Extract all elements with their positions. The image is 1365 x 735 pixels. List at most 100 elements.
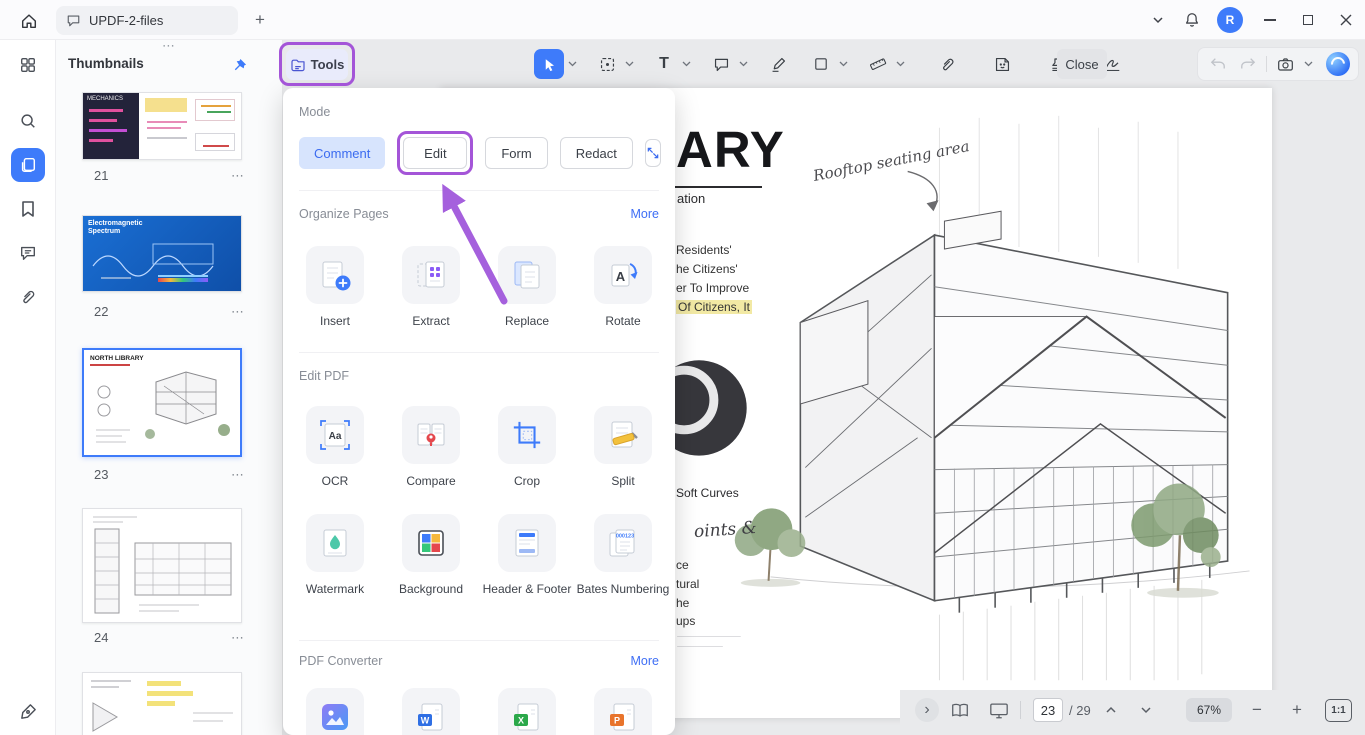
convert-to-word-item[interactable]: W	[383, 688, 479, 735]
pen-tool-button[interactable]	[764, 50, 792, 78]
ai-assistant-button[interactable]	[1326, 52, 1350, 76]
document-subtitle-fragment: ation	[677, 191, 705, 206]
mode-form-button[interactable]: Form	[485, 137, 547, 169]
presentation-button[interactable]	[987, 699, 1011, 721]
add-tab-button[interactable]: +	[249, 9, 271, 31]
thumbnail-art: MECHANICS	[83, 93, 241, 159]
chevron-down-icon[interactable]	[738, 50, 749, 78]
watermark-item[interactable]: Watermark	[287, 514, 383, 597]
undo-button[interactable]	[1206, 52, 1230, 76]
replace-pages-item[interactable]: Replace	[479, 246, 575, 329]
reader-mode-button[interactable]	[948, 699, 972, 721]
tabs-dropdown-button[interactable]	[1141, 3, 1175, 37]
chevron-down-icon[interactable]	[567, 50, 578, 78]
zoom-in-button[interactable]: +	[1286, 698, 1308, 722]
signature-panel-button[interactable]	[11, 694, 45, 728]
comments-panel-button[interactable]	[11, 236, 45, 270]
edit-pdf-header: Edit PDF	[299, 369, 659, 383]
mode-section-label: Mode	[299, 105, 330, 119]
page-thumbnail-22[interactable]: Electromagnetic Spectrum	[82, 215, 242, 292]
extract-pages-item[interactable]: Extract	[383, 246, 479, 329]
thumbnail-caption-row: 23 ⋯	[94, 467, 244, 483]
comment-tool-button[interactable]	[707, 50, 735, 78]
user-avatar[interactable]: R	[1217, 7, 1243, 33]
maximize-button[interactable]	[1289, 0, 1327, 40]
close-window-button[interactable]	[1327, 0, 1365, 40]
zoom-level[interactable]: 67%	[1186, 698, 1232, 722]
speech-bubble-icon	[713, 56, 730, 73]
convert-to-ppt-item[interactable]: P	[575, 688, 671, 735]
ocr-item[interactable]: Aa OCR	[287, 406, 383, 489]
chevron-down-icon[interactable]	[681, 50, 692, 78]
thumbnails-panel-title: Thumbnails	[68, 56, 144, 71]
collapse-controls-button[interactable]: ›	[915, 698, 939, 722]
page-thumbnail-24[interactable]	[82, 508, 242, 623]
rotate-pages-item[interactable]: A Rotate	[575, 246, 671, 329]
camera-icon	[1277, 57, 1294, 72]
mode-comment-button[interactable]: Comment	[299, 137, 385, 169]
page-number-input[interactable]	[1033, 698, 1063, 722]
crop-item[interactable]: Crop	[479, 406, 575, 489]
svg-text:P: P	[614, 716, 620, 726]
attachment-tool-button[interactable]	[933, 50, 961, 78]
page-thumbnail-21[interactable]: MECHANICS	[82, 92, 242, 160]
thumbnail-art: NORTH LIBRARY	[84, 350, 240, 455]
apps-grid-button[interactable]	[11, 48, 45, 82]
document-tab[interactable]: UPDF-2-files	[56, 6, 238, 35]
split-item[interactable]: Split	[575, 406, 671, 489]
header-footer-item[interactable]: Header & Footer	[479, 514, 575, 597]
maximize-icon	[1303, 15, 1313, 25]
shape-tool-button[interactable]	[807, 50, 835, 78]
svg-text:Aa: Aa	[329, 431, 342, 442]
search-button[interactable]	[11, 104, 45, 138]
close-toolbar-button[interactable]: Close	[1057, 49, 1107, 79]
tools-button[interactable]: Tools	[286, 49, 348, 80]
measure-tool-button[interactable]	[864, 50, 892, 78]
zoom-out-button[interactable]: −	[1246, 698, 1268, 722]
bookmarks-panel-button[interactable]	[11, 192, 45, 226]
bates-numbering-item[interactable]: 000123 Bates Numbering	[575, 514, 671, 597]
page-more-button[interactable]: ⋯	[231, 168, 244, 184]
chevron-down-icon[interactable]	[624, 50, 635, 78]
chevron-down-icon[interactable]	[838, 50, 849, 78]
snapshot-tool-button[interactable]	[593, 50, 621, 78]
minimize-button[interactable]	[1251, 0, 1289, 40]
text-tool-button[interactable]: T	[650, 50, 678, 78]
page-thumbnail-25[interactable]	[82, 672, 242, 735]
redo-button[interactable]	[1236, 52, 1260, 76]
detach-panel-button[interactable]	[645, 139, 661, 167]
next-page-button[interactable]	[1135, 700, 1157, 720]
actual-size-button[interactable]: 1:1	[1325, 699, 1352, 722]
convert-to-image-item[interactable]	[287, 688, 383, 735]
page-thumbnail-23-selected[interactable]: NORTH LIBRARY	[82, 348, 242, 457]
select-tool-button[interactable]	[534, 49, 564, 79]
page-more-button[interactable]: ⋯	[231, 467, 244, 483]
background-icon	[414, 526, 448, 560]
organize-pages-header: Organize Pages More	[299, 207, 659, 221]
notifications-button[interactable]	[1175, 3, 1209, 37]
panel-drag-handle[interactable]: ⋯	[56, 40, 282, 54]
organize-more-link[interactable]: More	[631, 207, 659, 221]
page-more-button[interactable]: ⋯	[231, 304, 244, 320]
attachments-panel-button[interactable]	[11, 280, 45, 314]
home-icon	[20, 12, 38, 30]
thumbnails-panel-button[interactable]	[11, 148, 45, 182]
compare-item[interactable]: Compare	[383, 406, 479, 489]
pages-icon	[19, 156, 37, 174]
insert-pages-item[interactable]: Insert	[287, 246, 383, 329]
mode-edit-button[interactable]: Edit	[403, 137, 467, 169]
converter-more-link[interactable]: More	[631, 654, 659, 668]
section-title: Edit PDF	[299, 369, 349, 383]
home-button[interactable]	[16, 8, 42, 34]
background-item[interactable]: Background	[383, 514, 479, 597]
sticker-tool-button[interactable]	[988, 50, 1016, 78]
chevron-down-icon[interactable]	[1303, 50, 1314, 78]
previous-page-button[interactable]	[1100, 700, 1122, 720]
thumbnail-art	[83, 509, 241, 622]
page-more-button[interactable]: ⋯	[231, 630, 244, 646]
pin-panel-button[interactable]	[228, 54, 250, 76]
mode-redact-button[interactable]: Redact	[560, 137, 633, 169]
convert-to-excel-item[interactable]: X	[479, 688, 575, 735]
chevron-down-icon[interactable]	[895, 50, 906, 78]
capture-button[interactable]	[1273, 52, 1297, 76]
